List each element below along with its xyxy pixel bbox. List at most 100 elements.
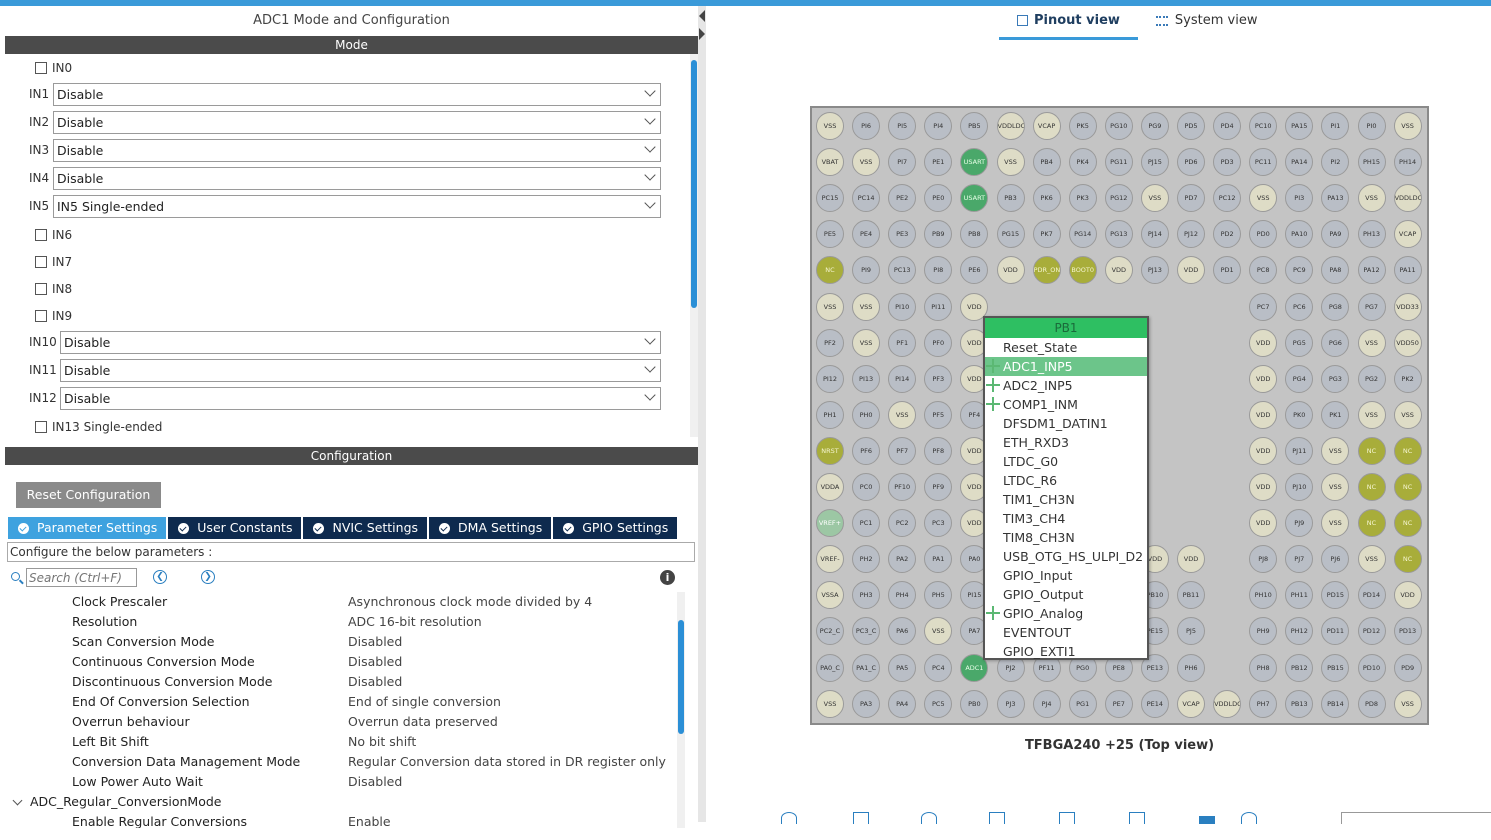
pin-pe7[interactable]: PE7 [1104,689,1133,718]
param-row[interactable]: Resolution ADC 16-bit resolution [5,612,685,632]
select-in4[interactable]: Disable [53,167,661,190]
pin-pj10[interactable]: PJ10 [1285,473,1314,501]
pin-pc12[interactable]: PC12 [1213,184,1242,213]
pin-pg12[interactable]: PG12 [1104,184,1133,213]
pin-pc13[interactable]: PC13 [888,256,917,285]
menu-item-usb-otg-hs-ulpi-d2[interactable]: USB_OTG_HS_ULPI_D2 [985,547,1147,566]
pin-ph1[interactable]: PH1 [816,400,844,429]
pin-pe4[interactable]: PE4 [852,220,881,249]
pin-pe3[interactable]: PE3 [888,220,917,249]
menu-item-tim3-ch4[interactable]: TIM3_CH4 [985,509,1147,528]
pin-pd13[interactable]: PD13 [1393,617,1422,646]
pin-pd12[interactable]: PD12 [1357,617,1386,646]
pin-pc7[interactable]: PC7 [1249,292,1278,321]
pin-pc1[interactable]: PC1 [852,509,881,538]
fit-window-icon[interactable] [853,812,869,824]
select-in1[interactable]: Disable [53,83,661,106]
expand-right-icon[interactable] [699,28,705,40]
pin-pd1[interactable]: PD1 [1213,256,1242,285]
pin-vss[interactable]: VSS [1321,509,1350,538]
pin-pg13[interactable]: PG13 [1104,220,1133,249]
pin-vss[interactable]: VSS [1249,184,1278,213]
pin-vss[interactable]: VSS [1357,328,1386,357]
pin-pe14[interactable]: PE14 [1140,689,1169,718]
pin-pi4[interactable]: PI4 [924,112,953,140]
pin-pe2[interactable]: PE2 [888,184,917,213]
pin-vdd33[interactable]: VDD33 [1393,292,1422,321]
pin-pj4[interactable]: PJ4 [1032,689,1061,718]
pin-pa6[interactable]: PA6 [888,617,917,646]
pin-usart[interactable]: USART [960,184,989,213]
menu-item-gpio-output[interactable]: GPIO_Output [985,585,1147,604]
pin-pa2[interactable]: PA2 [888,545,917,574]
pin-pa12[interactable]: PA12 [1357,256,1386,285]
pin-pk2[interactable]: PK2 [1393,364,1422,393]
pin-pi7[interactable]: PI7 [888,148,917,177]
find-icon[interactable] [1241,812,1257,824]
pin-pb3[interactable]: PB3 [996,184,1025,213]
pin-pf9[interactable]: PF9 [924,473,953,501]
pin-vdd[interactable]: VDD [1177,545,1205,574]
pin-vcap[interactable]: VCAP [1032,112,1061,140]
pin-pe5[interactable]: PE5 [816,220,844,249]
param-row[interactable]: Continuous Conversion Mode Disabled [5,652,685,672]
pin-pc6[interactable]: PC6 [1285,292,1314,321]
menu-item-gpio-analog[interactable]: GPIO_Analog [985,604,1147,623]
zoom-out-icon[interactable] [921,812,937,824]
pin-vss[interactable]: VSS [1393,689,1422,718]
pin-pe0[interactable]: PE0 [924,184,953,213]
pin-vss[interactable]: VSS [1393,400,1422,429]
pin-pb13[interactable]: PB13 [1285,689,1314,718]
pin-pc2[interactable]: PC2 [888,509,917,538]
pin-pg5[interactable]: PG5 [1285,328,1314,357]
pin-pb5[interactable]: PB5 [960,112,989,140]
mode-row-in8[interactable]: IN8 [5,277,685,301]
pin-vdd[interactable]: VDD [1393,581,1422,610]
tab-system-view[interactable]: System view [1138,12,1276,40]
pin-pf8[interactable]: PF8 [924,436,953,465]
mode-row-in7[interactable]: IN7 [5,250,685,274]
select-in10[interactable]: Disable [60,331,661,354]
pin-vdd[interactable]: VDD [1249,364,1278,393]
pin-pc9[interactable]: PC9 [1285,256,1314,285]
pin-pb4[interactable]: PB4 [1032,148,1061,177]
pin-ph11[interactable]: PH11 [1285,581,1314,610]
tab-nvic-settings[interactable]: NVIC Settings [303,517,428,539]
pin-pj15[interactable]: PJ15 [1140,148,1169,177]
select-in3[interactable]: Disable [53,139,661,162]
menu-item-reset-state[interactable]: Reset_State [985,338,1147,357]
pin-pf1[interactable]: PF1 [888,328,917,357]
zoom-in-icon[interactable] [781,812,797,824]
pin-pa9[interactable]: PA9 [1321,220,1350,249]
pin-vdd[interactable]: VDD [1249,328,1278,357]
chevron-down-icon[interactable] [12,795,23,806]
checkbox-in8[interactable] [35,283,47,295]
param-row[interactable]: Discontinuous Conversion Mode Disabled [5,672,685,692]
pin-vss[interactable]: VSS [1393,112,1422,140]
pin-pb15[interactable]: PB15 [1321,653,1350,682]
param-row[interactable]: Overrun behaviour Overrun data preserved [5,712,685,732]
pin-pa0-c[interactable]: PA0_C [816,653,844,682]
pin-vss[interactable]: VSS [1140,184,1169,213]
pin-pg10[interactable]: PG10 [1104,112,1133,140]
pin-pd5[interactable]: PD5 [1177,112,1205,140]
pin-pa14[interactable]: PA14 [1285,148,1314,177]
pin-pd9[interactable]: PD9 [1393,653,1422,682]
collapse-left-icon[interactable] [699,10,705,22]
pin-nc[interactable]: NC [1393,509,1422,538]
pin-ph7[interactable]: PH7 [1249,689,1278,718]
pin-pd8[interactable]: PD8 [1357,689,1386,718]
pin-pa8[interactable]: PA8 [1321,256,1350,285]
pin-pc10[interactable]: PC10 [1249,112,1278,140]
pin-pi13[interactable]: PI13 [852,364,881,393]
pin-pk4[interactable]: PK4 [1068,148,1097,177]
pin-pa10[interactable]: PA10 [1285,220,1314,249]
pin-pb14[interactable]: PB14 [1321,689,1350,718]
select-in12[interactable]: Disable [60,387,661,410]
menu-item-gpio-input[interactable]: GPIO_Input [985,566,1147,585]
select-in2[interactable]: Disable [53,111,661,134]
info-icon[interactable]: i [660,570,675,585]
pin-ph3[interactable]: PH3 [852,581,881,610]
pin-pg14[interactable]: PG14 [1068,220,1097,249]
pin-pc3-c[interactable]: PC3_C [852,617,881,646]
